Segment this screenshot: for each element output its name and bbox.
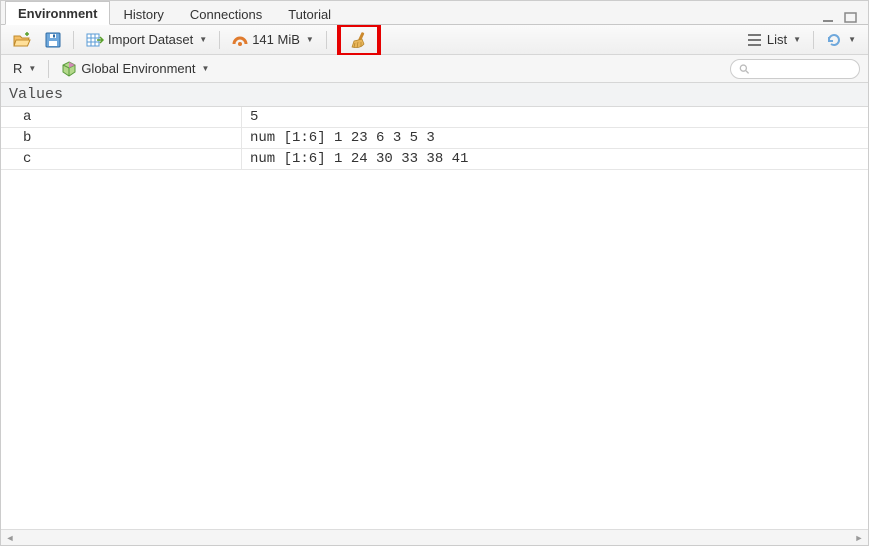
variable-value: 5 — [241, 107, 868, 127]
minimize-pane-icon[interactable] — [822, 12, 836, 24]
tab-connections[interactable]: Connections — [177, 2, 275, 25]
refresh-button[interactable]: ▼ — [822, 30, 860, 50]
package-cube-icon — [61, 61, 77, 77]
separator — [219, 31, 220, 49]
scroll-right-icon[interactable]: ► — [852, 531, 866, 545]
view-mode-button[interactable]: List ▼ — [743, 30, 805, 49]
broom-icon — [349, 30, 369, 50]
load-workspace-button[interactable] — [9, 30, 35, 50]
search-field[interactable] — [753, 62, 851, 76]
language-selector[interactable]: R ▼ — [9, 59, 40, 78]
maximize-pane-icon[interactable] — [844, 12, 858, 24]
clear-workspace-button[interactable] — [345, 30, 373, 50]
environment-scope-selector[interactable]: Global Environment ▼ — [57, 59, 213, 79]
environment-pane: Environment History Connections Tutorial… — [0, 0, 869, 546]
memory-usage-button[interactable]: 141 MiB ▼ — [228, 30, 318, 50]
memory-gauge-icon — [232, 32, 248, 48]
caret-down-icon: ▼ — [848, 35, 856, 44]
variable-row[interactable]: a 5 — [1, 107, 868, 128]
variable-row[interactable]: c num [1:6] 1 24 30 33 38 41 — [1, 149, 868, 170]
caret-down-icon: ▼ — [306, 35, 314, 44]
section-header-values: Values — [1, 83, 868, 107]
variable-name: a — [1, 109, 241, 125]
tab-environment[interactable]: Environment — [5, 1, 110, 25]
language-label: R — [13, 61, 22, 76]
memory-usage-label: 141 MiB — [252, 32, 300, 47]
highlight-box — [337, 23, 381, 57]
variable-list: a 5 b num [1:6] 1 23 6 3 5 3 c num [1:6]… — [1, 107, 868, 529]
caret-down-icon: ▼ — [201, 64, 209, 73]
view-mode-label: List — [767, 32, 787, 47]
tab-tutorial[interactable]: Tutorial — [275, 2, 344, 25]
horizontal-scrollbar[interactable]: ◄ ► — [1, 529, 868, 545]
scroll-left-icon[interactable]: ◄ — [3, 531, 17, 545]
separator — [48, 60, 49, 78]
search-input[interactable] — [730, 59, 860, 79]
refresh-icon — [826, 32, 842, 48]
variable-row[interactable]: b num [1:6] 1 23 6 3 5 3 — [1, 128, 868, 149]
tab-history[interactable]: History — [110, 2, 176, 25]
open-folder-icon — [13, 32, 31, 48]
caret-down-icon: ▼ — [28, 64, 36, 73]
tab-strip: Environment History Connections Tutorial — [1, 1, 868, 25]
import-grid-icon — [86, 32, 104, 48]
search-icon — [739, 63, 749, 75]
variable-name: b — [1, 130, 241, 146]
scope-label: Global Environment — [81, 61, 195, 76]
separator — [326, 31, 327, 49]
save-workspace-button[interactable] — [41, 30, 65, 50]
save-icon — [45, 32, 61, 48]
list-view-icon — [747, 33, 763, 47]
variable-name: c — [1, 151, 241, 167]
variable-value: num [1:6] 1 23 6 3 5 3 — [241, 128, 868, 148]
separator — [73, 31, 74, 49]
caret-down-icon: ▼ — [793, 35, 801, 44]
toolbar-scope: R ▼ Global Environment ▼ — [1, 55, 868, 83]
variable-value: num [1:6] 1 24 30 33 38 41 — [241, 149, 868, 169]
import-dataset-button[interactable]: Import Dataset ▼ — [82, 30, 211, 50]
import-dataset-label: Import Dataset — [108, 32, 193, 47]
caret-down-icon: ▼ — [199, 35, 207, 44]
separator — [813, 31, 814, 49]
toolbar-main: Import Dataset ▼ 141 MiB ▼ Lis — [1, 25, 868, 55]
